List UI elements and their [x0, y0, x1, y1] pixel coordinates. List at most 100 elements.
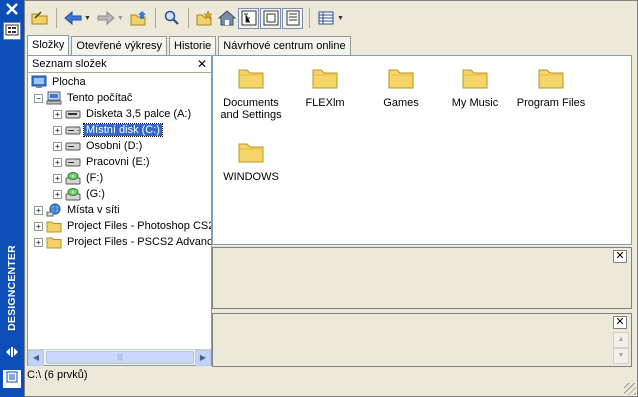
tree-item-mistni-disk-c[interactable]: + Místní disk (C:): [53, 122, 163, 138]
content-item-label: WINDOWS: [223, 171, 279, 183]
expand-icon[interactable]: +: [34, 205, 43, 215]
cd-drive-icon: [65, 187, 81, 201]
properties-icon[interactable]: [3, 22, 21, 40]
expand-icon[interactable]: +: [53, 173, 62, 183]
tree-item-project-files-pscs2[interactable]: + Project Files - PSCS2 Advanc: [34, 234, 211, 250]
tree-item-label: Osobni (D:): [86, 140, 143, 152]
tree-item-label: Project Files - PSCS2 Advanc: [67, 236, 211, 248]
views-dropdown-icon[interactable]: ▼: [337, 15, 345, 22]
tree-item-label: Místní disk (C:): [83, 123, 163, 137]
folder-icon: [46, 235, 62, 249]
description-icon[interactable]: [282, 7, 303, 29]
disk-drive-icon: [65, 155, 81, 169]
content-item-label: FLEXlm: [305, 97, 345, 109]
tree-item-label: (F:): [86, 172, 104, 184]
load-icon[interactable]: [29, 8, 50, 29]
folder-tree-header: Seznam složek ✕: [28, 56, 211, 73]
back-icon[interactable]: [62, 8, 83, 29]
scroll-thumb[interactable]: |||: [46, 351, 194, 364]
tab-slozky[interactable]: Složky: [27, 35, 70, 55]
network-icon: [46, 203, 62, 217]
disk-drive-icon: [65, 139, 81, 153]
content-item-documents-and-settings[interactable]: Documents and Settings: [213, 64, 289, 121]
tree-item-tento-pocitac[interactable]: − Tento počítač: [34, 90, 134, 106]
tree-item-label: Místa v síti: [67, 204, 120, 216]
tree-item-label: Pracovni (E:): [86, 156, 150, 168]
expand-icon[interactable]: +: [53, 141, 62, 151]
close-description-icon[interactable]: ✕: [613, 316, 627, 329]
scroll-down-icon[interactable]: ▼: [613, 348, 629, 364]
tree-item-g[interactable]: + (G:): [53, 186, 107, 202]
content-item-label: Program Files: [516, 97, 586, 109]
tree-item-mista-v-siti[interactable]: + Místa v síti: [34, 202, 122, 218]
menu-icon[interactable]: [3, 370, 21, 388]
tree-item-label: Tento počítač: [67, 92, 133, 104]
scroll-left-icon[interactable]: ◀: [28, 350, 44, 366]
tree-item-osobni-d[interactable]: + Osobni (D:): [53, 138, 144, 154]
close-icon[interactable]: [3, 2, 21, 20]
desktop-icon: [31, 75, 47, 89]
expand-icon[interactable]: +: [53, 125, 62, 135]
tab-otevrene-vykresy[interactable]: Otevřené výkresy: [71, 36, 167, 55]
content-item-windows[interactable]: WINDOWS: [213, 138, 289, 183]
search-icon[interactable]: [161, 8, 182, 29]
auto-hide-icon[interactable]: [3, 346, 21, 364]
description-pane: ✕ ▲ ▼: [212, 313, 632, 367]
back-dropdown-icon[interactable]: ▼: [84, 15, 92, 22]
description-scrollbar[interactable]: ▲ ▼: [613, 332, 629, 366]
content-item-label: Documents and Settings: [220, 97, 282, 121]
status-text: C:\ (6 prvků): [27, 369, 88, 381]
toolbar-separator: [188, 8, 189, 28]
tree-item-f[interactable]: + (F:): [53, 170, 105, 186]
floppy-drive-icon: [65, 107, 81, 121]
favorites-icon[interactable]: [194, 8, 215, 29]
content-pane: Documents and Settings FLEXlm Games My M…: [212, 55, 632, 245]
folder-tree-title: Seznam složek: [32, 58, 107, 70]
up-icon[interactable]: [128, 8, 149, 29]
collapse-icon[interactable]: −: [34, 93, 43, 103]
resize-grip[interactable]: [624, 383, 636, 395]
tree-item-label: Disketa 3,5 palce (A:): [86, 108, 192, 120]
tree-horizontal-scrollbar[interactable]: ◀ ||| ▶: [28, 349, 211, 366]
content-item-flexlm[interactable]: FLEXlm: [287, 64, 363, 109]
expand-icon[interactable]: +: [53, 157, 62, 167]
tree-item-pracovni-e[interactable]: + Pracovni (E:): [53, 154, 152, 170]
designcenter-side-strip: DESIGNCENTER: [0, 0, 24, 397]
folder-icon: [238, 143, 264, 163]
tab-navrhove-centrum-online[interactable]: Návrhové centrum online: [218, 36, 351, 55]
views-icon[interactable]: [315, 8, 336, 29]
cd-drive-icon: [65, 171, 81, 185]
designcenter-title: DESIGNCENTER: [6, 245, 19, 331]
content-item-program-files[interactable]: Program Files: [511, 64, 591, 109]
preview-icon[interactable]: [260, 7, 281, 29]
folder-icon: [312, 69, 338, 89]
tree-item-label: (G:): [86, 188, 105, 200]
forward-dropdown-icon[interactable]: ▼: [117, 15, 125, 22]
designcenter-panel: ▼ ▼ ▼ Složky Otevřené výkresy Historie N…: [24, 0, 638, 397]
folder-icon: [462, 69, 488, 89]
tree-item-disketa[interactable]: + Disketa 3,5 palce (A:): [53, 106, 193, 122]
expand-icon[interactable]: +: [34, 221, 43, 231]
home-icon[interactable]: [216, 8, 237, 29]
forward-icon[interactable]: [95, 8, 116, 29]
tab-historie[interactable]: Historie: [169, 36, 217, 55]
close-icon[interactable]: ✕: [197, 57, 207, 71]
preview-pane: ✕: [212, 247, 632, 309]
toolbar: ▼ ▼ ▼: [25, 1, 637, 35]
expand-icon[interactable]: +: [53, 189, 62, 199]
close-preview-icon[interactable]: ✕: [613, 250, 627, 263]
computer-icon: [46, 91, 62, 105]
scroll-track[interactable]: |||: [44, 350, 195, 365]
expand-icon[interactable]: +: [34, 237, 43, 247]
scroll-right-icon[interactable]: ▶: [195, 350, 211, 366]
tree-item-plocha[interactable]: Plocha: [31, 74, 88, 90]
content-item-games[interactable]: Games: [363, 64, 439, 109]
folder-icon: [46, 219, 62, 233]
tree-item-project-files-photoshop[interactable]: + Project Files - Photoshop CS2: [34, 218, 211, 234]
tab-strip: Složky Otevřené výkresy Historie Návrhov…: [27, 35, 353, 55]
folder-icon: [238, 69, 264, 89]
scroll-up-icon[interactable]: ▲: [613, 332, 629, 348]
expand-icon[interactable]: +: [53, 109, 62, 119]
tree-toggle-icon[interactable]: [238, 7, 259, 29]
content-item-my-music[interactable]: My Music: [437, 64, 513, 109]
